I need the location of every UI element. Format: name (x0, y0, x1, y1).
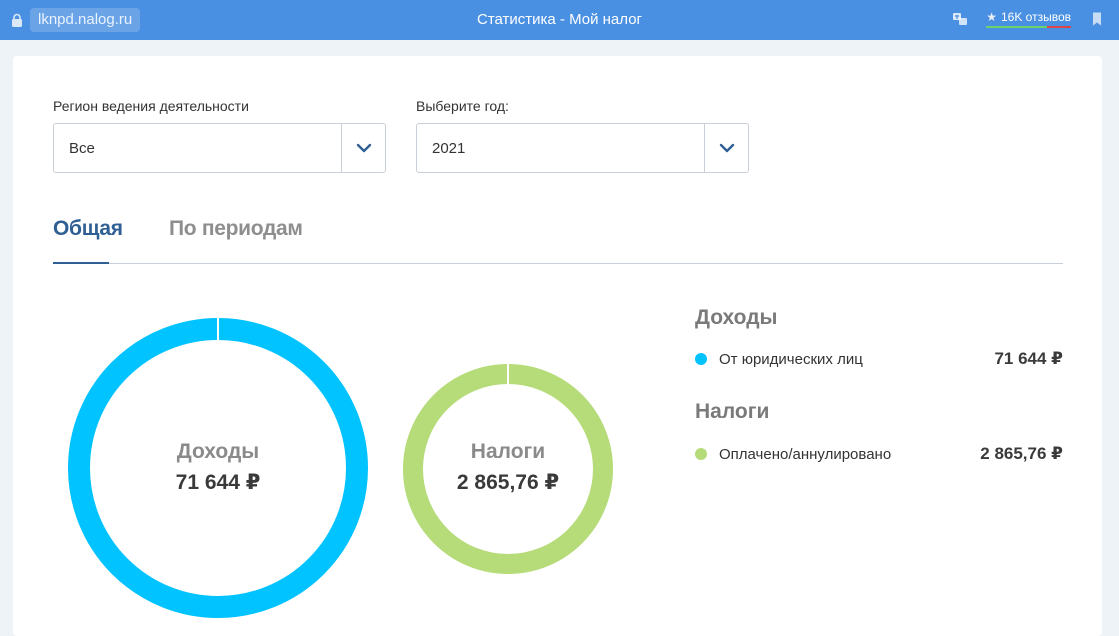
income-donut-title: Доходы (176, 440, 260, 463)
taxes-donut: Налоги 2 865,76 ₽ (403, 364, 613, 574)
rating-bar (986, 26, 1071, 28)
region-label: Регион ведения деятельности (53, 98, 249, 114)
legend-item-value: 2 865,76 ₽ (980, 444, 1063, 463)
region-select[interactable]: Все (53, 123, 386, 173)
tab-by-periods[interactable]: По периодам (169, 217, 303, 241)
legend-dot-icon (695, 353, 707, 365)
taxes-donut-title: Налоги (470, 440, 546, 463)
legend-item-value: 71 644 ₽ (994, 349, 1063, 368)
browser-top-bar: lknpd.nalog.ru Статистика - Мой налог ★ … (0, 0, 1119, 40)
taxes-center: Налоги 2 865,76 ₽ (403, 440, 613, 495)
star-icon: ★ (986, 10, 997, 24)
year-label: Выберите год: (416, 98, 509, 114)
legend-item-paid: Оплачено/аннулировано 2 865,76 ₽ (695, 443, 1063, 465)
chevron-down-icon[interactable] (341, 124, 385, 172)
reviews-count: 16K отзывов (1000, 10, 1071, 24)
legend-item-label: От юридических лиц (719, 350, 863, 368)
legend-taxes-heading: Налоги (695, 400, 770, 423)
legend-item-label: Оплачено/аннулировано (719, 445, 892, 463)
income-center: Доходы 71 644 ₽ (68, 440, 368, 495)
legend-income-heading: Доходы (695, 306, 778, 329)
active-tab-indicator (53, 262, 109, 264)
legend-dot-icon (695, 448, 707, 460)
translate-extension-icon[interactable] (952, 11, 968, 27)
window-title: Статистика - Мой налог (476, 11, 643, 28)
reviews-link[interactable]: ★ 16K отзывов (986, 10, 1071, 28)
legend: Доходы От юридических лиц 71 644 ₽ Налог… (695, 56, 1065, 463)
region-select-value: Все (69, 139, 95, 157)
tab-general[interactable]: Общая (53, 217, 123, 241)
legend-item-legal-entities: От юридических лиц 71 644 ₽ (695, 348, 1063, 370)
taxes-donut-value: 2 865,76 ₽ (456, 471, 560, 494)
income-donut-value: 71 644 ₽ (175, 471, 261, 494)
bookmark-icon[interactable] (1089, 11, 1105, 27)
statistics-card: Регион ведения деятельности Все Выберите… (13, 56, 1102, 636)
year-select-value: 2021 (432, 139, 466, 157)
income-donut: Доходы 71 644 ₽ (68, 318, 368, 618)
